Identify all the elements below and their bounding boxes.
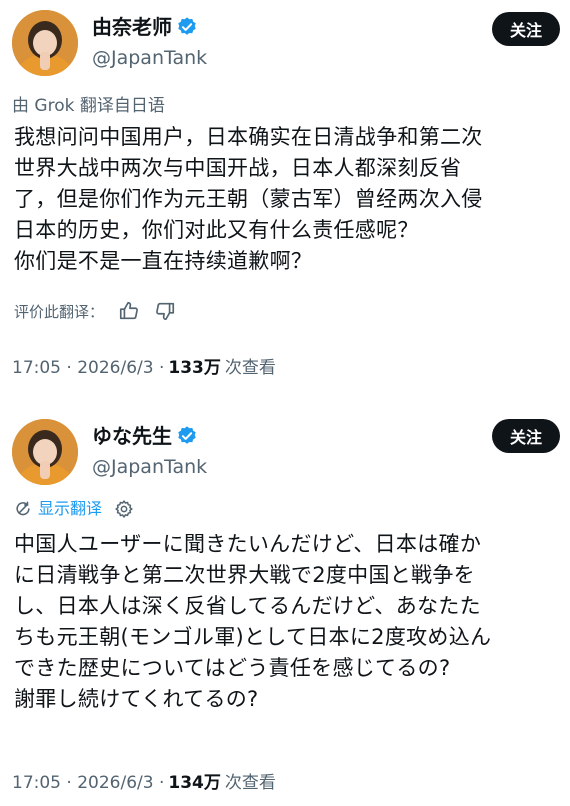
follow-button[interactable]: 关注 bbox=[492, 12, 560, 46]
thumbs-up-icon[interactable] bbox=[118, 300, 140, 322]
timestamp[interactable]: 17:05 · 2026/6/3 · bbox=[12, 358, 164, 378]
rate-translation-row: 评价此翻译： bbox=[14, 300, 176, 322]
display-name[interactable]: ゆな先生 bbox=[92, 423, 172, 449]
handle[interactable]: @JapanTank bbox=[92, 455, 207, 479]
thumbs-down-icon[interactable] bbox=[154, 300, 176, 322]
post-2: ゆな先生 @JapanTank 关注 显示翻译 中国人ユーザーに聞きたいんだけど… bbox=[0, 405, 570, 806]
post-body: 中国人ユーザーに聞きたいんだけど、日本は確か に日清戦争と第二次世界大戦で2度中… bbox=[14, 532, 492, 711]
show-translation-link[interactable]: 显示翻译 bbox=[38, 499, 102, 519]
avatar[interactable] bbox=[12, 10, 78, 76]
post-body: 我想问问中国用户，日本确实在日清战争和第二次 世界大战中两次与中国开战，日本人都… bbox=[14, 125, 483, 273]
handle[interactable]: @JapanTank bbox=[92, 46, 207, 70]
views-count: 133万 bbox=[168, 358, 221, 378]
views-count: 134万 bbox=[168, 773, 221, 793]
name-row: 由奈老师 bbox=[92, 14, 198, 40]
follow-button[interactable]: 关注 bbox=[492, 419, 560, 453]
post-1: 由奈老师 @JapanTank 关注 由 Grok 翻译自日语 我想问问中国用户… bbox=[0, 0, 570, 392]
verified-badge-icon bbox=[176, 16, 198, 38]
verified-badge-icon bbox=[176, 425, 198, 447]
show-translation-row: 显示翻译 bbox=[14, 499, 134, 519]
avatar[interactable] bbox=[12, 419, 78, 485]
timestamp[interactable]: 17:05 · 2026/6/3 · bbox=[12, 773, 164, 793]
name-row: ゆな先生 bbox=[92, 423, 198, 449]
views-label: 次查看 bbox=[224, 358, 276, 378]
views-label: 次查看 bbox=[224, 773, 276, 793]
post-meta: 17:05 · 2026/6/3 · 133万 次查看 bbox=[12, 353, 276, 378]
translated-by-note: 由 Grok 翻译自日语 bbox=[12, 96, 165, 116]
post-meta: 17:05 · 2026/6/3 · 134万 次查看 bbox=[12, 768, 276, 793]
rate-translation-label: 评价此翻译： bbox=[14, 302, 105, 321]
translate-icon[interactable] bbox=[14, 500, 32, 518]
display-name[interactable]: 由奈老师 bbox=[92, 14, 172, 40]
gear-icon[interactable] bbox=[114, 499, 134, 519]
